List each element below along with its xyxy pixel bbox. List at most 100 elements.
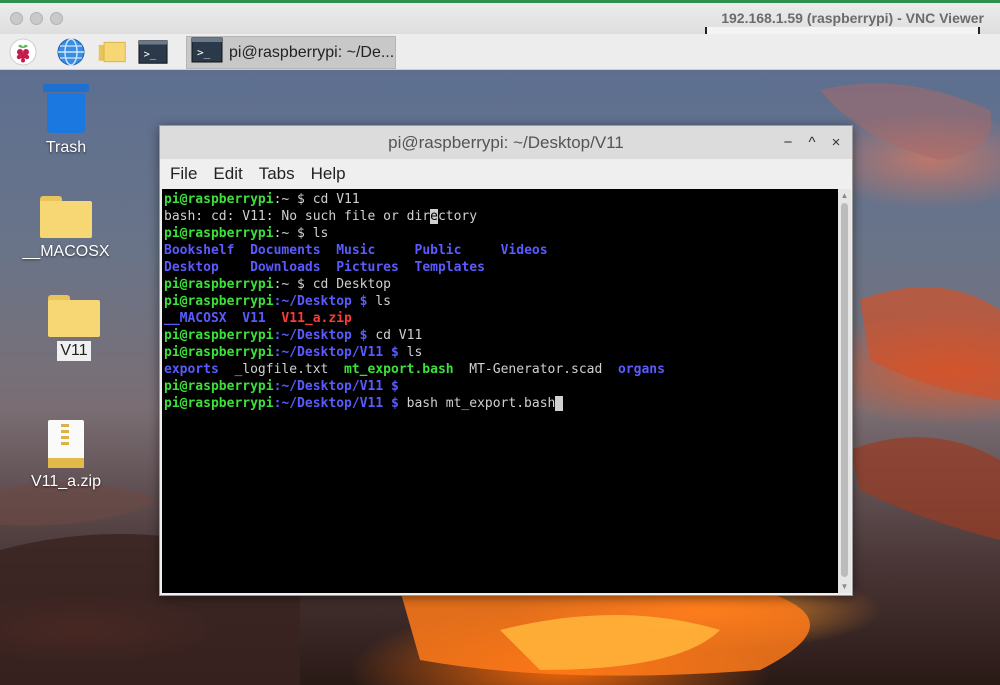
menu-tabs[interactable]: Tabs	[259, 164, 295, 184]
terminal-text: :~ $	[273, 226, 313, 241]
terminal-line: Desktop Downloads Pictures Templates	[164, 259, 836, 276]
svg-text:>_: >_	[144, 49, 157, 61]
terminal-text: V11	[242, 311, 266, 326]
raspberry-menu-icon[interactable]	[8, 38, 38, 66]
desktop-icon-trash[interactable]: Trash	[11, 84, 121, 158]
terminal-text: pi@raspberrypi	[164, 294, 274, 309]
terminal-text: :~/Desktop $	[273, 294, 376, 309]
terminal-text: Music	[336, 243, 376, 258]
terminal-window[interactable]: pi@raspberrypi: ~/Desktop/V11 − ^ × File…	[159, 125, 853, 596]
terminal-text: e	[430, 209, 438, 224]
terminal-text: Documents	[250, 243, 321, 258]
terminal-line: Bookshelf Documents Music Public Videos	[164, 242, 836, 259]
terminal-title-bar[interactable]: pi@raspberrypi: ~/Desktop/V11 − ^ ×	[160, 126, 852, 159]
terminal-text: bash: cd: V11: No such file or dir	[164, 209, 431, 224]
file-manager-icon[interactable]	[97, 38, 127, 66]
terminal-text: pi@raspberrypi	[164, 379, 274, 394]
terminal-text: :~/Desktop $	[273, 328, 376, 343]
terminal-text: Public	[414, 243, 462, 258]
terminal-icon[interactable]: >_	[138, 38, 168, 66]
terminal-text: :~/Desktop/V11 $	[273, 379, 407, 394]
terminal-line: pi@raspberrypi:~ $ cd Desktop	[164, 276, 836, 293]
terminal-text: MT-Generator.scad	[469, 362, 603, 377]
terminal-text: Desktop	[164, 260, 219, 275]
terminal-menubar: File Edit Tabs Help	[160, 159, 852, 189]
terminal-line: pi@raspberrypi:~/Desktop/V11 $ bash mt_e…	[164, 395, 836, 412]
terminal-text: ls	[375, 294, 391, 309]
maximize-icon[interactable]: ^	[802, 126, 822, 159]
terminal-text: :~ $	[273, 277, 313, 292]
terminal-text: pi@raspberrypi	[164, 345, 274, 360]
desktop-icon-label: V11_a.zip	[31, 473, 101, 490]
desktop-icon-macosx-folder[interactable]: __MACOSX	[11, 196, 121, 262]
terminal-line: exports _logfile.txt mt_export.bash MT-G…	[164, 361, 836, 378]
terminal-text: Pictures	[336, 260, 399, 275]
terminal-output[interactable]: pi@raspberrypi:~ $ cd V11 bash: cd: V11: …	[162, 189, 838, 593]
terminal-text: Bookshelf	[164, 243, 235, 258]
minimize-icon[interactable]: −	[778, 126, 798, 159]
terminal-text: ls	[406, 345, 423, 360]
task-label: pi@raspberrypi: ~/De...	[229, 43, 395, 61]
menu-help[interactable]: Help	[311, 164, 346, 184]
terminal-text: cd V11	[312, 192, 360, 207]
close-icon[interactable]: ×	[826, 126, 846, 159]
terminal-title: pi@raspberrypi: ~/Desktop/V11	[388, 133, 624, 152]
terminal-line: bash: cd: V11: No such file or directory	[164, 208, 836, 225]
terminal-text: organs	[617, 362, 665, 377]
terminal-text: Videos	[500, 243, 548, 258]
terminal-text: mt_export.bash	[344, 362, 454, 377]
svg-text:>_: >_	[197, 46, 211, 59]
minimize-window-button[interactable]	[30, 12, 43, 25]
terminal-text: cd Desktop	[312, 277, 391, 292]
terminal-text: pi@raspberrypi	[164, 328, 274, 343]
pi-taskbar: >_ >_ pi@raspberrypi: ~/De...	[0, 34, 1000, 70]
terminal-line: __MACOSX V11 V11_a.zip	[164, 310, 836, 327]
terminal-line: pi@raspberrypi:~ $ ls	[164, 225, 836, 242]
scroll-up-icon[interactable]: ▲	[840, 191, 849, 200]
terminal-text: Templates	[414, 260, 485, 275]
menu-edit[interactable]: Edit	[213, 164, 242, 184]
scroll-down-icon[interactable]: ▼	[840, 582, 849, 591]
desktop-icon-v11-zip[interactable]: V11_a.zip	[11, 420, 121, 492]
terminal-text: :~ $	[273, 192, 313, 207]
zip-archive-icon	[48, 420, 84, 468]
terminal-text: ctory	[437, 209, 478, 224]
scrollbar-thumb[interactable]	[841, 203, 848, 577]
terminal-line: pi@raspberrypi:~ $ cd V11	[164, 191, 836, 208]
terminal-line: pi@raspberrypi:~/Desktop $ ls	[164, 293, 836, 310]
terminal-task-icon: >_	[191, 36, 223, 69]
terminal-text: pi@raspberrypi	[164, 396, 274, 411]
folder-icon	[48, 295, 100, 337]
task-terminal-window[interactable]: >_ pi@raspberrypi: ~/De...	[186, 36, 396, 69]
terminal-text: :~/Desktop/V11 $	[273, 345, 407, 360]
desktop-icon-v11-folder[interactable]: V11	[19, 295, 129, 361]
terminal-text: pi@raspberrypi	[164, 192, 274, 207]
terminal-text: __MACOSX	[164, 311, 227, 326]
terminal-scrollbar[interactable]: ▲ ▼	[838, 189, 851, 593]
terminal-text: V11_a.zip	[281, 311, 352, 326]
menu-file[interactable]: File	[170, 164, 197, 184]
close-window-button[interactable]	[10, 12, 23, 25]
terminal-text: Downloads	[250, 260, 321, 275]
terminal-text: pi@raspberrypi	[164, 226, 274, 241]
terminal-line: pi@raspberrypi:~/Desktop/V11 $ ls	[164, 344, 836, 361]
terminal-line: pi@raspberrypi:~/Desktop $ cd V11	[164, 327, 836, 344]
trash-icon	[43, 84, 89, 134]
vnc-title-bar: 192.168.1.59 (raspberrypi) - VNC Viewer	[0, 0, 1000, 39]
terminal-text: :~/Desktop/V11 $	[273, 396, 407, 411]
terminal-cursor	[555, 396, 564, 411]
web-browser-icon[interactable]	[56, 38, 86, 66]
zoom-window-button[interactable]	[50, 12, 63, 25]
desktop-icon-label: __MACOSX	[22, 243, 110, 260]
desktop-icon-label: Trash	[45, 139, 87, 156]
desktop-icon-label: V11	[57, 341, 91, 361]
